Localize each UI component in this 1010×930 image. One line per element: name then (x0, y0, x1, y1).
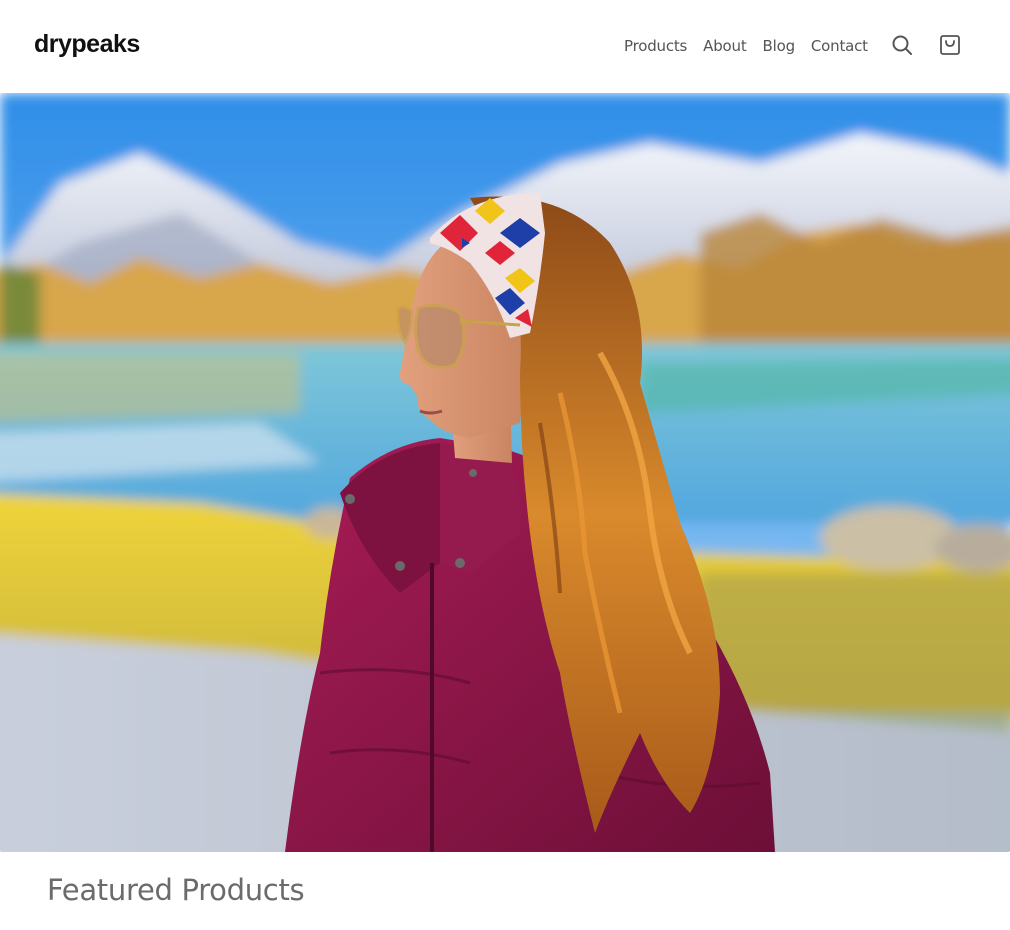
nav-blog[interactable]: Blog (763, 34, 796, 58)
shopping-bag-icon[interactable] (938, 33, 962, 57)
brand-logo[interactable]: drypeaks (34, 28, 140, 60)
nav-products[interactable]: Products (624, 34, 687, 58)
nav-contact[interactable]: Contact (811, 34, 868, 58)
site-header: drypeaks Products About Blog Contact (0, 0, 1010, 93)
nav-about[interactable]: About (703, 34, 747, 58)
hero-image (0, 93, 1010, 852)
search-icon[interactable] (890, 33, 914, 57)
featured-products-heading: Featured Products (47, 873, 305, 907)
main-nav: Products About Blog Contact (624, 34, 868, 58)
